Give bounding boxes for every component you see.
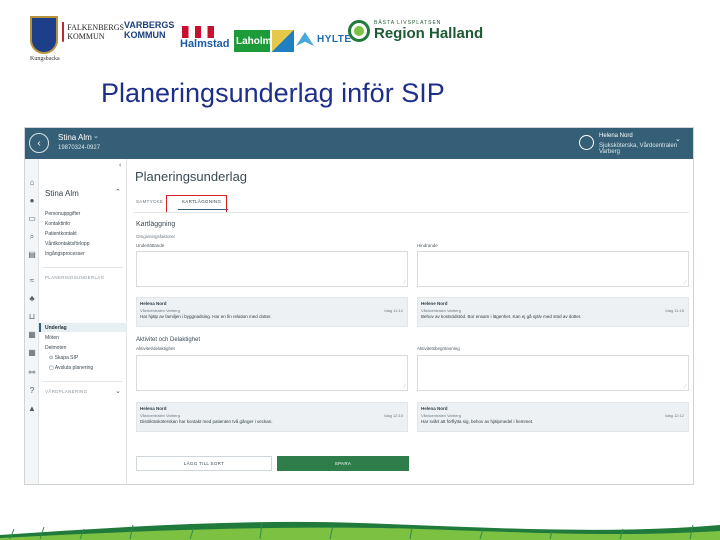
- calendar-icon[interactable]: ▦: [26, 329, 38, 340]
- back-button[interactable]: ‹: [29, 133, 49, 153]
- home-icon[interactable]: ⌂: [26, 177, 38, 188]
- field-label-underlattande: Underlättande: [136, 243, 165, 248]
- region-halland-mark-icon: [348, 20, 370, 42]
- kungsbacka-label: Kungsbacka: [30, 56, 60, 62]
- user-name: Helena Nord: [599, 133, 633, 139]
- textarea-underlattande[interactable]: ⟋: [136, 251, 408, 287]
- cart-icon[interactable]: ⊔: [26, 311, 38, 322]
- halmstad-crown-icon: [182, 26, 214, 38]
- textarea-hindrande[interactable]: ⟋: [417, 251, 689, 287]
- sidebar-section-vardplanering[interactable]: VÅRDPLANERING: [45, 389, 87, 394]
- comment-card: Helena Nord Vårdcentralen Varberg Idag 1…: [136, 402, 408, 432]
- sidebar-section-planeringsunderlag[interactable]: PLANERINGSUNDERLAG: [45, 275, 104, 280]
- sidebar-item-vardkontaktsforlopp[interactable]: Vårdkontaktsförlopp: [45, 241, 89, 247]
- field-label-hindrande: Hindrande: [417, 243, 438, 248]
- falkenberg-logo: FALKENBERGS KOMMUN: [62, 22, 124, 42]
- region-halland-logo: BÄSTA LIVSPLATSEN Region Halland: [348, 20, 483, 42]
- chart-icon[interactable]: ≈: [26, 275, 38, 286]
- education-icon[interactable]: ▲: [26, 403, 38, 414]
- resize-grip-icon[interactable]: ⟋: [402, 280, 406, 286]
- page-heading: Planeringsunderlag: [135, 169, 248, 184]
- textarea-aktivitetsbegransning[interactable]: ⟋: [417, 355, 689, 391]
- patient-name: Stina Alm: [58, 133, 92, 142]
- tab-divider: [134, 212, 689, 213]
- resize-grip-icon[interactable]: ⟋: [683, 280, 687, 286]
- slide-title: Planeringsunderlag inför SIP: [101, 78, 445, 108]
- inbox-icon[interactable]: ▭: [26, 213, 38, 224]
- save-button[interactable]: SPARA: [277, 456, 409, 471]
- app-screenshot: ‹ Stina Alm 19870324-0927 ⌄ Helena Nord …: [24, 127, 694, 485]
- link-icon[interactable]: ⚯: [26, 367, 38, 378]
- tab-samtycke[interactable]: SAMTYCKE: [136, 199, 163, 204]
- patient-id: 19870324-0927: [58, 145, 101, 151]
- logo-strip: Kungsbacka FALKENBERGS KOMMUN VARBERGS KOM…: [20, 12, 490, 64]
- help-icon[interactable]: ?: [26, 385, 38, 396]
- tab-highlight-frame: [166, 195, 227, 213]
- comment-card: Helena Nord Vårdcentralen Varberg Idag 1…: [417, 402, 689, 432]
- icon-navigation-bar: ⌂ ● ▭ ⌕ ▤ ≈ ♣ ⊔ ▦ ▦ ⚯ ? ▲: [25, 159, 39, 484]
- sidebar-item-kontaktinfo[interactable]: Kontaktinfo: [45, 221, 70, 227]
- section-title-kartlaggning: Kartläggning: [136, 221, 176, 228]
- section-title-aktivitet: Aktivitet och Delaktighet: [136, 337, 201, 343]
- hylte-wing-icon: [296, 32, 314, 46]
- falkenberg-shield-icon: [62, 22, 65, 42]
- document-icon[interactable]: ▤: [26, 249, 38, 260]
- halmstad-logo: Halmstad: [180, 26, 230, 50]
- main-content: Planeringsunderlag SAMTYCKE KARTLÄGGNING…: [128, 159, 693, 484]
- person-icon[interactable]: ●: [26, 195, 38, 206]
- sidebar-divider: [43, 267, 123, 268]
- field-label-aktivitet: Aktivitet/delaktighet: [136, 346, 175, 351]
- comment-card: Helena Nord Vårdcentralen Varberg Idag 1…: [136, 297, 408, 327]
- kungsbacka-crest-logo: [30, 14, 60, 56]
- sidebar-item-patientkontakt[interactable]: Patientkontakt: [45, 231, 77, 237]
- resize-grip-icon[interactable]: ⟋: [683, 384, 687, 390]
- resize-grip-icon[interactable]: ⟋: [402, 384, 406, 390]
- team-icon[interactable]: ♣: [26, 293, 38, 304]
- chevron-up-icon[interactable]: ⌃: [115, 188, 121, 196]
- sidebar-divider: [43, 381, 123, 382]
- sidebar-item-avsluta-planering[interactable]: ▢ Avsluta planering: [49, 365, 93, 371]
- footer-wave-decoration: [0, 521, 720, 540]
- municipality-emblem-icon: [272, 30, 294, 52]
- calendar-icon[interactable]: ▦: [26, 347, 38, 358]
- sidebar-item-delmoten[interactable]: Delmoten: [45, 345, 66, 351]
- hylte-logo: HYLTE: [296, 32, 352, 46]
- add-sort-button[interactable]: LÄGG TILL SORT: [136, 456, 272, 471]
- sidebar-item-skapa-sip[interactable]: ⊙ Skapa SIP: [49, 355, 78, 361]
- patient-menu-chevron-icon[interactable]: ⌄: [93, 132, 99, 140]
- sidebar-item-moten[interactable]: Möten: [45, 335, 59, 341]
- section-subtitle-omgivningsfaktorer: Omgivningsfaktorer: [136, 234, 176, 239]
- laholm-logo: Laholm: [234, 30, 272, 52]
- comment-card: Helene Nord Vårdcentralen Varberg Idag 1…: [417, 297, 689, 327]
- collapse-sidebar-icon[interactable]: ‹: [119, 162, 121, 169]
- user-avatar-icon[interactable]: [579, 135, 594, 150]
- textarea-aktivitet[interactable]: ⟋: [136, 355, 408, 391]
- chevron-down-icon[interactable]: ⌄: [115, 387, 121, 395]
- app-header: ‹ Stina Alm 19870324-0927 ⌄ Helena Nord …: [25, 128, 693, 159]
- sidebar-patient-name: Stina Alm: [45, 189, 79, 198]
- patient-sidebar: ‹ Stina Alm ⌃ Personuppgifter Kontaktinf…: [39, 159, 127, 484]
- field-label-aktivitetsbegransning: Aktivitetsbegränsning: [417, 346, 460, 351]
- user-role: Sjuksköterska, Vårdcentralen Varberg: [599, 143, 678, 155]
- sidebar-item-underlag[interactable]: Underlag: [45, 325, 67, 331]
- search-icon[interactable]: ⌕: [26, 231, 38, 242]
- chevron-left-icon: ‹: [37, 137, 41, 149]
- sidebar-item-personuppgifter[interactable]: Personuppgifter: [45, 211, 80, 217]
- varberg-logo: VARBERGS KOMMUN: [124, 20, 175, 40]
- sidebar-item-ingangsprocesser[interactable]: Ingångsprocesser: [45, 251, 85, 257]
- user-menu-chevron-icon[interactable]: ⌄: [675, 135, 681, 143]
